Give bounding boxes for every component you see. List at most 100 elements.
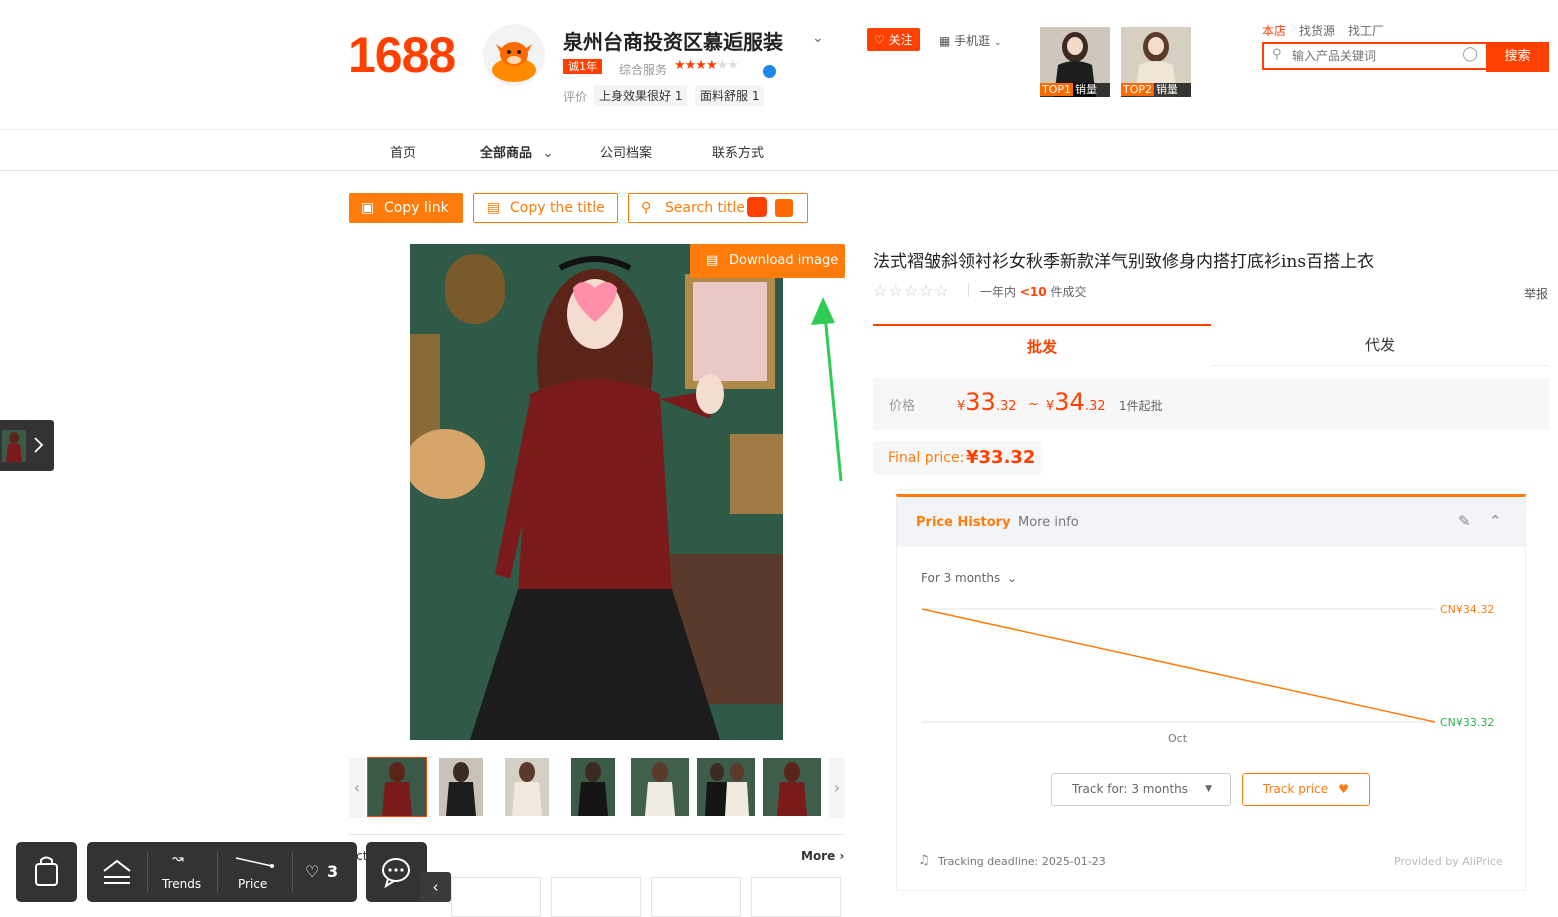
recent-thumb [2,430,44,462]
search-icon: ⚲ [641,200,652,216]
chevron-left-icon: ‹ [432,878,439,896]
nav-home[interactable]: 首页 [390,142,416,161]
edit-icon[interactable]: ✎ [1458,512,1471,530]
shop-name[interactable]: 泉州台商投资区慕逅服装 [563,26,783,55]
chevron-up-icon[interactable]: ⌃ [1489,512,1502,530]
follow-button[interactable]: ♡ 关注 [867,28,920,51]
chat-button[interactable] [366,842,427,902]
top-rank-label: TOP2 销量 [1121,83,1191,97]
sold-number: <10 [1019,285,1047,299]
chevron-right-icon[interactable]: › [829,758,845,818]
rating-stars: ☆☆☆☆☆ [873,281,950,300]
price-int: 33 [965,388,996,416]
track-period-select[interactable]: Track for: 3 months ▼ [1051,773,1231,806]
service-stars: ★★★★★★ [674,58,739,73]
link-icon: ▣ [361,200,375,216]
download-image-button[interactable]: ▤ Download image [690,244,845,278]
recommend-card[interactable] [451,877,541,917]
price-high: ¥34.32 [1046,388,1106,416]
shop-avatar[interactable] [483,24,545,86]
more-link[interactable]: More › [801,849,844,863]
recommend-card[interactable] [551,877,641,917]
tab-dropship[interactable]: 代发 [1211,326,1549,366]
site-logo[interactable]: 1688 [348,26,456,84]
shopping-bag-button[interactable] [16,842,77,902]
tracking-deadline: ♫ Tracking deadline: 2025-01-23 [918,853,1106,868]
image-icon: ▤ [706,253,719,268]
main-product-image[interactable] [410,244,783,740]
price-label: Price [238,877,268,891]
thumbnail[interactable] [505,758,549,816]
review-tag[interactable]: 上身效果很好 1 [594,85,688,106]
copy-title-button[interactable]: ▤ Copy the title [473,193,618,223]
search-input[interactable] [1290,48,1454,64]
track-price-label: Track price [1263,782,1329,796]
tab-find-source[interactable]: 找货源 [1299,24,1335,38]
grid-icon: ▦ [939,34,951,48]
taobao-logo-icon[interactable] [775,199,793,217]
aliprice-home-icon[interactable] [102,858,132,886]
thumbnail-strip: ‹ › [349,757,845,818]
x-tick-label: Oct [1168,732,1188,745]
nav-contact[interactable]: 联系方式 [712,142,764,161]
chevron-left-icon[interactable]: ‹ [349,758,365,818]
thumbnail[interactable] [763,758,821,816]
trends-label: Trends [162,877,202,891]
recent-viewed-float[interactable] [0,420,54,471]
search-icon: ⚲ [1272,47,1282,62]
min-order: 1件起批 [1119,399,1163,413]
mobile-label: 手机逛 [954,34,991,48]
shopping-bag-icon [35,856,58,886]
info-icon[interactable] [763,65,776,78]
favorites-count: 3 [327,862,339,881]
trends-button[interactable]: ↝ Trends [148,842,213,902]
top-product-card[interactable]: TOP1 销量 [1040,27,1110,97]
chevron-down-icon[interactable]: ⌄ [812,30,824,46]
nav-label: 全部商品 [480,146,533,161]
price-dec: .32 [1084,399,1106,414]
divider [349,834,845,835]
tab-this-store[interactable]: 本店 [1262,24,1286,38]
1688-logo-icon[interactable] [747,197,767,217]
tab-wholesale[interactable]: 批发 [873,324,1211,369]
thumbnail[interactable] [697,758,755,816]
search-button[interactable]: 搜索 [1486,42,1549,72]
favorites-button[interactable]: ♡ 3 [293,842,357,902]
provided-by[interactable]: Provided by AliPrice [1394,855,1503,868]
tab-price-history[interactable]: Price History [916,515,1011,530]
tab-find-factory[interactable]: 找工厂 [1348,24,1384,38]
thumbnail[interactable] [571,758,615,816]
search-title-button[interactable]: ⚲ Search title [628,193,808,223]
price-line-icon [235,857,274,868]
document-icon: ▤ [487,200,501,216]
track-price-button[interactable]: Track price ♥ [1242,773,1370,806]
period-label: For 3 months [921,571,1001,585]
tab-more-info[interactable]: More info [1018,515,1079,530]
thumbnail[interactable] [439,758,483,816]
deadline-label: Tracking deadline: 2025-01-23 [938,855,1106,868]
more-label: More [801,849,836,863]
camera-icon[interactable]: ◯ [1462,46,1478,62]
price-separator: ~ [1028,397,1039,412]
sold-prefix: 一年内 [980,285,1017,299]
price-series-line [921,608,1436,723]
sold-suffix: 件成交 [1050,285,1087,299]
thumbnail[interactable] [631,758,689,816]
collapse-toolbar-button[interactable]: ‹ [420,872,451,902]
nav-all-products[interactable]: 全部商品 ⌄ [480,142,553,161]
period-select[interactable]: For 3 months ⌄ [921,571,1017,585]
final-price-value: ¥33.32 [966,447,1036,468]
mobile-browse-button[interactable]: ▦ 手机逛 ⌄ [939,32,1002,49]
thumbnail[interactable] [367,757,427,817]
heart-icon: ♡ [874,33,885,47]
recommend-card[interactable] [751,877,841,917]
copy-link-button[interactable]: ▣ Copy link [349,193,463,223]
search-scope-tabs: 本店 找货源 找工厂 [1262,22,1397,39]
price-button[interactable]: Price [218,842,290,902]
nav-company-profile[interactable]: 公司档案 [600,142,652,161]
report-link[interactable]: 举报 [1524,285,1548,302]
recommend-card[interactable] [651,877,741,917]
top-product-card[interactable]: TOP2 销量 [1121,27,1191,97]
year-badge: 诚1年 [563,59,602,74]
review-tag[interactable]: 面料舒服 1 [695,85,765,106]
